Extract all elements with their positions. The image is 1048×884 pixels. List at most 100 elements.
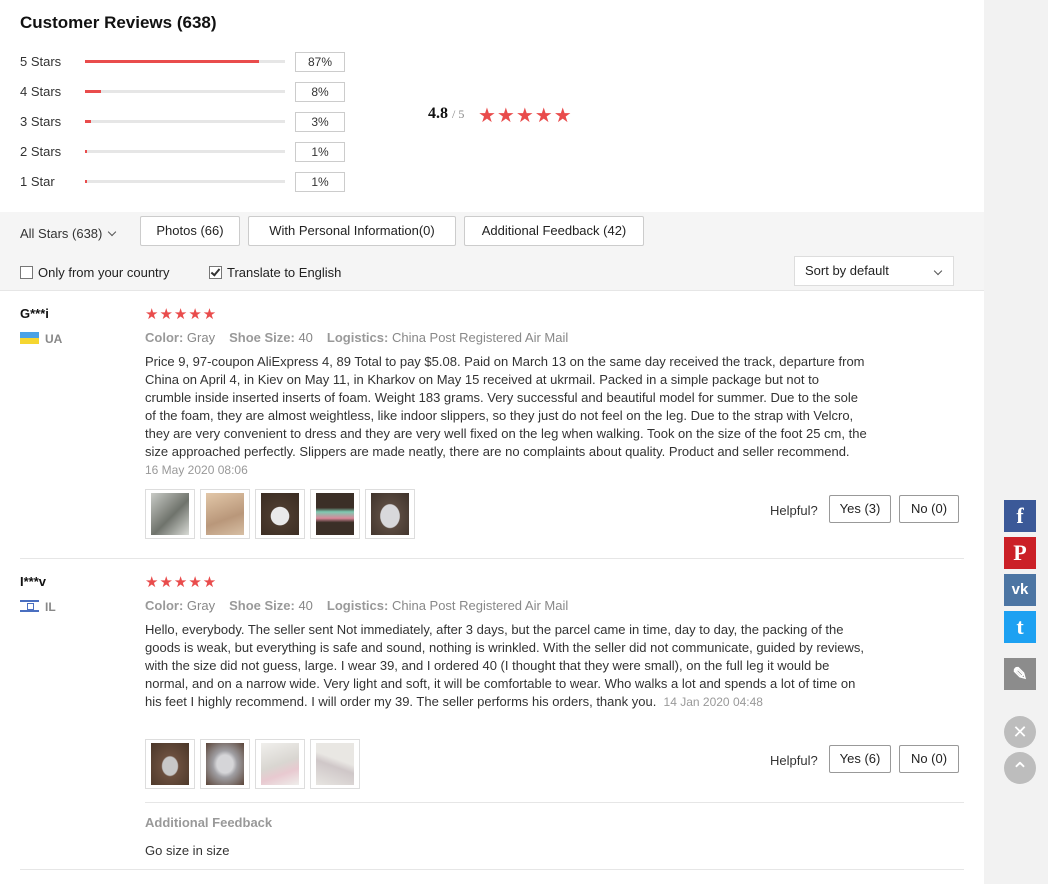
additional-feedback-text: Go size in size bbox=[145, 843, 230, 858]
helpful-no-button[interactable]: No (0) bbox=[899, 495, 959, 523]
color-value: Gray bbox=[186, 598, 216, 613]
translate-checkbox[interactable]: Translate to English bbox=[209, 265, 341, 280]
page-title: Customer Reviews (638) bbox=[20, 13, 217, 32]
review-date: 16 May 2020 08:06 bbox=[145, 463, 248, 477]
average-rating: 4.8 / 5 bbox=[428, 105, 464, 123]
review-photo[interactable] bbox=[310, 739, 360, 789]
reviewer-name: I***v bbox=[20, 574, 47, 589]
all-stars-dropdown[interactable]: All Stars (638) bbox=[20, 226, 117, 241]
chevron-down-icon bbox=[108, 227, 117, 237]
photos-filter-button[interactable]: Photos (66) bbox=[140, 216, 240, 246]
helpful-label: Helpful? bbox=[770, 753, 818, 768]
reviewer-country: IL bbox=[20, 600, 56, 614]
size-label: Shoe Size: bbox=[229, 330, 295, 345]
review-photo[interactable] bbox=[310, 489, 360, 539]
reviewer-country: UA bbox=[20, 332, 62, 346]
rating-bar bbox=[85, 150, 285, 153]
israel-flag-icon bbox=[20, 600, 39, 612]
facebook-icon[interactable]: f bbox=[1004, 500, 1036, 532]
rating-label: 5 Stars bbox=[20, 54, 62, 69]
translate-label: Translate to English bbox=[227, 265, 342, 280]
chevron-down-icon bbox=[933, 266, 943, 276]
review-attributes: Color: Gray Shoe Size: 40 Logistics: China… bbox=[145, 330, 568, 345]
review-photo[interactable] bbox=[255, 489, 305, 539]
country-code: UA bbox=[45, 332, 63, 346]
sort-select[interactable]: Sort by default bbox=[794, 256, 954, 286]
rating-row-5[interactable]: 5 Stars 87% bbox=[20, 52, 360, 72]
review-text: Hello, everybody. The seller sent Not im… bbox=[145, 621, 867, 711]
rating-label: 2 Stars bbox=[20, 144, 62, 159]
helpful-label: Helpful? bbox=[770, 503, 818, 518]
helpful-yes-button[interactable]: Yes (3) bbox=[829, 495, 891, 523]
only-country-label: Only from your country bbox=[38, 265, 170, 280]
size-label: Shoe Size: bbox=[229, 598, 295, 613]
only-country-checkbox[interactable]: Only from your country bbox=[20, 265, 170, 280]
rating-row-2[interactable]: 2 Stars 1% bbox=[20, 142, 360, 162]
review-attributes: Color: Gray Shoe Size: 40 Logistics: China… bbox=[145, 598, 568, 613]
twitter-icon[interactable]: t bbox=[1004, 611, 1036, 643]
color-label: Color: bbox=[145, 330, 184, 345]
additional-feedback-title: Additional Feedback bbox=[145, 815, 273, 830]
additional-feedback-filter-button[interactable]: Additional Feedback (42) bbox=[464, 216, 644, 246]
color-value: Gray bbox=[186, 330, 216, 345]
rating-label: 4 Stars bbox=[20, 84, 62, 99]
logistics-label: Logistics: bbox=[326, 330, 389, 345]
logistics-value: China Post Registered Air Mail bbox=[391, 598, 569, 613]
rating-percent: 1% bbox=[295, 142, 345, 162]
size-value: 40 bbox=[298, 598, 313, 613]
review-stars: ★★★★★ bbox=[145, 306, 218, 323]
edit-icon[interactable]: ✎ bbox=[1004, 658, 1036, 690]
vk-icon[interactable]: vk bbox=[1004, 574, 1036, 606]
checkbox-box-checked[interactable] bbox=[209, 266, 222, 279]
color-label: Color: bbox=[145, 598, 184, 613]
rating-percent: 1% bbox=[295, 172, 345, 192]
rating-label: 3 Stars bbox=[20, 114, 62, 129]
all-stars-label: All Stars (638) bbox=[20, 226, 103, 241]
logistics-value: China Post Registered Air Mail bbox=[391, 330, 569, 345]
rating-row-4[interactable]: 4 Stars 8% bbox=[20, 82, 360, 102]
rating-row-1[interactable]: 1 Star 1% bbox=[20, 172, 360, 192]
review-photo[interactable] bbox=[200, 489, 250, 539]
rating-bar-fill bbox=[85, 90, 101, 93]
reviews-panel: Customer Reviews (638) 5 Stars 87% 4 Sta… bbox=[0, 0, 984, 884]
average-value: 4.8 bbox=[428, 105, 448, 122]
sort-label: Sort by default bbox=[805, 263, 889, 278]
review-photo[interactable] bbox=[255, 739, 305, 789]
rating-bar-fill bbox=[85, 150, 87, 153]
review-body: Price 9, 97-coupon AliExpress 4, 89 Tota… bbox=[145, 354, 867, 459]
average-out-of: / 5 bbox=[452, 107, 465, 121]
rating-bar bbox=[85, 90, 285, 93]
rating-label: 1 Star bbox=[20, 174, 55, 189]
review-photo[interactable] bbox=[365, 489, 415, 539]
close-icon[interactable]: ✕ bbox=[1004, 716, 1036, 748]
rating-bar bbox=[85, 180, 285, 183]
review-photo[interactable] bbox=[200, 739, 250, 789]
helpful-yes-button[interactable]: Yes (6) bbox=[829, 745, 891, 773]
rating-bar-fill bbox=[85, 180, 87, 183]
average-stars: ★★★★★ bbox=[478, 105, 573, 127]
filter-bar: All Stars (638) Photos (66) With Persona… bbox=[0, 212, 984, 291]
checkbox-box[interactable] bbox=[20, 266, 33, 279]
additional-feedback-divider bbox=[145, 802, 964, 803]
rating-percent: 87% bbox=[295, 52, 345, 72]
review-photo[interactable] bbox=[145, 489, 195, 539]
review-text: Price 9, 97-coupon AliExpress 4, 89 Tota… bbox=[145, 353, 867, 479]
rating-bar-fill bbox=[85, 120, 91, 123]
review-photo[interactable] bbox=[145, 739, 195, 789]
rating-bar bbox=[85, 120, 285, 123]
review-divider bbox=[20, 558, 964, 559]
helpful-no-button[interactable]: No (0) bbox=[899, 745, 959, 773]
rating-row-3[interactable]: 3 Stars 3% bbox=[20, 112, 360, 132]
rating-bar bbox=[85, 60, 285, 63]
size-value: 40 bbox=[298, 330, 313, 345]
rating-percent: 3% bbox=[295, 112, 345, 132]
pinterest-icon[interactable]: P bbox=[1004, 537, 1036, 569]
review-divider bbox=[20, 869, 964, 870]
review-stars: ★★★★★ bbox=[145, 574, 218, 591]
country-code: IL bbox=[45, 600, 56, 614]
personal-info-filter-button[interactable]: With Personal Information(0) bbox=[248, 216, 456, 246]
logistics-label: Logistics: bbox=[326, 598, 389, 613]
review-date: 14 Jan 2020 04:48 bbox=[663, 695, 763, 709]
reviewer-name: G***i bbox=[20, 306, 49, 321]
back-to-top-icon[interactable]: ⌃ bbox=[1004, 752, 1036, 784]
